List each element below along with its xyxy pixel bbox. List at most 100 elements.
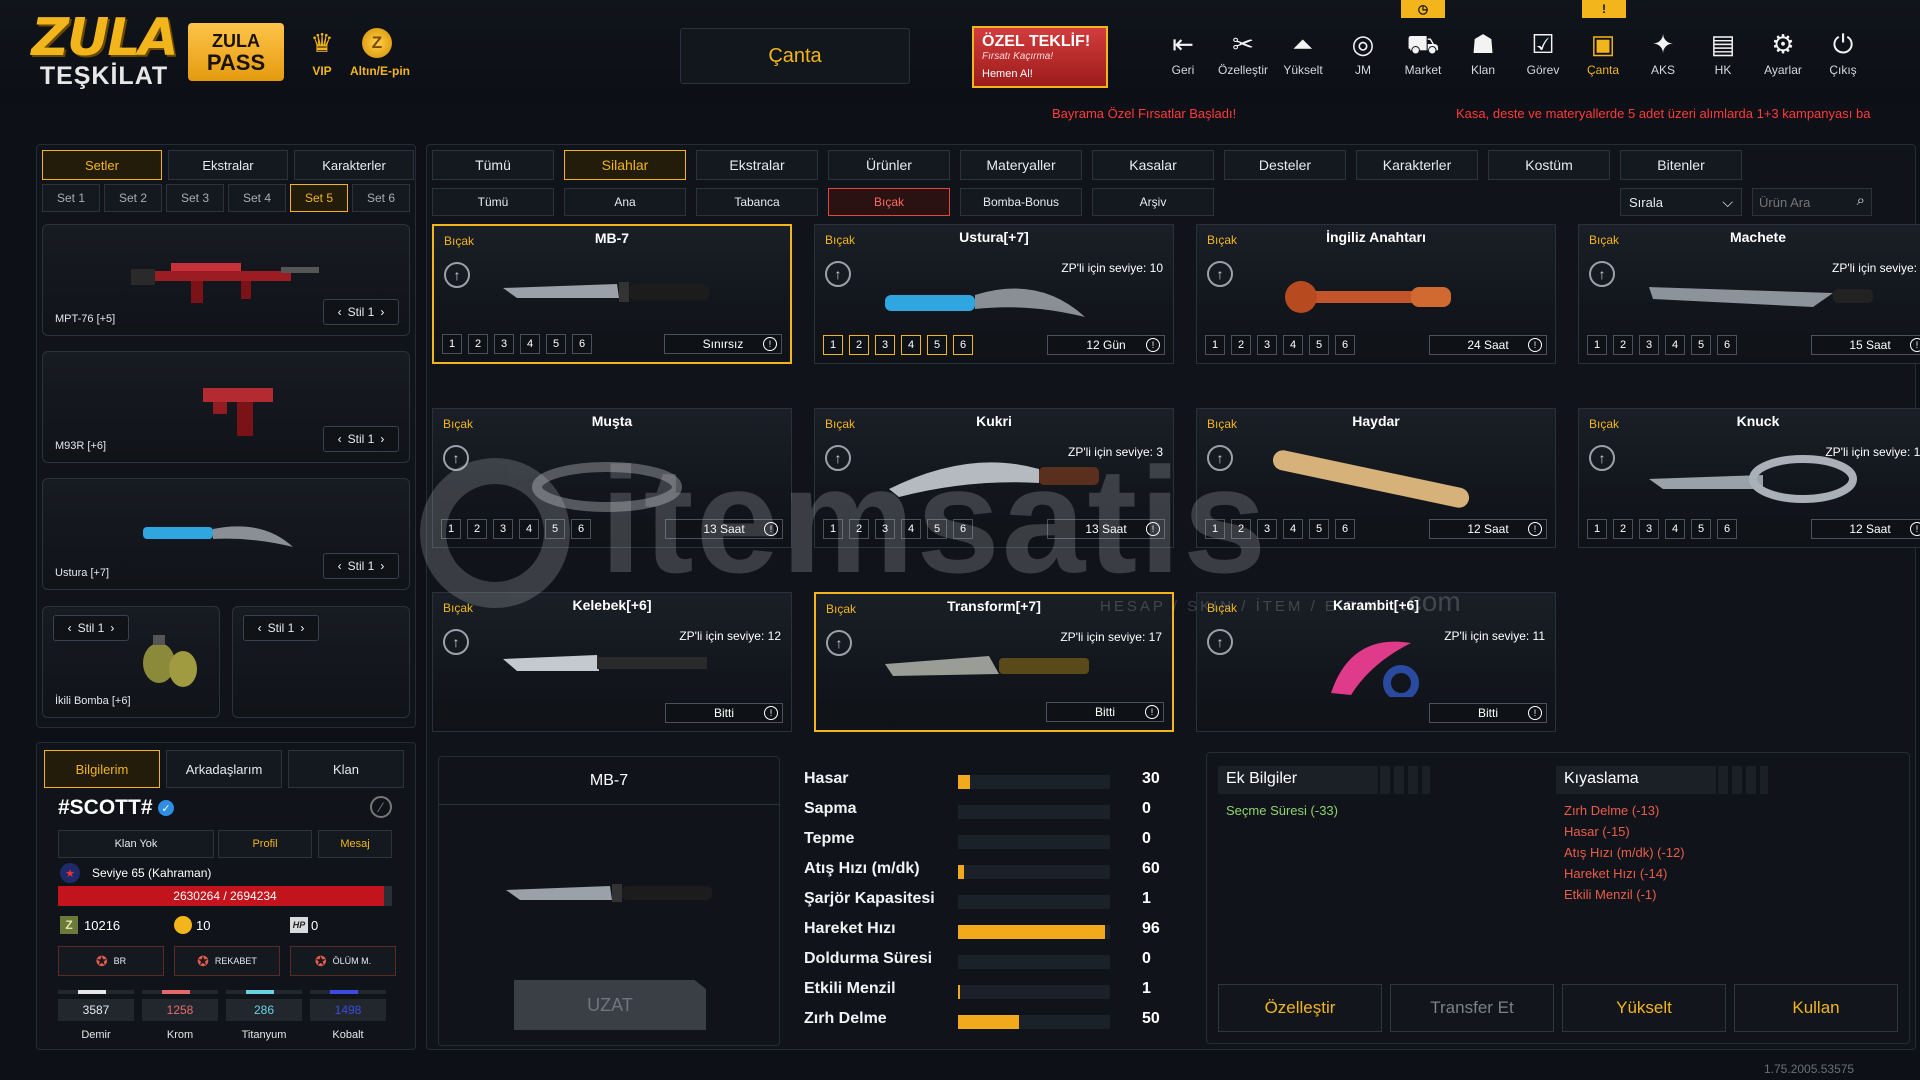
message-button[interactable]: Mesaj xyxy=(318,830,392,858)
no-entry-icon[interactable]: ⁄ xyxy=(370,796,392,818)
set-tab-2[interactable]: Set 2 xyxy=(104,184,162,212)
extend-button[interactable]: UZAT xyxy=(514,980,706,1030)
nav-clan[interactable]: ☗ Klan xyxy=(1453,22,1513,82)
mode-button-3[interactable]: ✪ ÖLÜM M. xyxy=(290,946,396,976)
canta-title-button[interactable]: Çanta xyxy=(680,28,910,84)
preset-slot-6[interactable]: 6 xyxy=(1717,519,1737,539)
nav-cart[interactable]: ⛟ Market xyxy=(1393,22,1453,82)
upgrade-arrow-icon[interactable]: ↑ xyxy=(1207,261,1233,287)
preset-slot-6[interactable]: 6 xyxy=(571,519,591,539)
profile-button[interactable]: Profil xyxy=(218,830,312,858)
upgrade-arrow-icon[interactable]: ↑ xyxy=(826,630,852,656)
preset-slot-3[interactable]: 3 xyxy=(875,519,895,539)
nav-clipboard[interactable]: ☑ Görev xyxy=(1513,22,1573,82)
item-card[interactable]: Bıçak Ustura[+7] ↑ ZP'li için seviye: 10 1 2 3… xyxy=(814,224,1174,364)
nav-wallet[interactable]: ▤ HK xyxy=(1693,22,1753,82)
filter-main-9[interactable]: Kostüm xyxy=(1488,150,1610,180)
sort-dropdown[interactable]: Sırala ⌵ xyxy=(1620,188,1742,216)
loadout-slot-empty[interactable]: ‹ Stil 1 › xyxy=(232,606,410,718)
upgrade-arrow-icon[interactable]: ↑ xyxy=(1207,445,1233,471)
profile-tab-2[interactable]: Arkadaşlarım xyxy=(166,750,282,788)
nav-aks[interactable]: ✦ AKS xyxy=(1633,22,1693,82)
preset-slot-3[interactable]: 3 xyxy=(1639,519,1659,539)
filter-main-1[interactable]: Tümü xyxy=(432,150,554,180)
item-card[interactable]: Bıçak Machete ↑ ZP'li için seviye: 41234561… xyxy=(1578,224,1920,364)
preset-slot-4[interactable]: 4 xyxy=(1665,335,1685,355)
preset-slot-1[interactable]: 1 xyxy=(1205,519,1225,539)
profile-tab-3[interactable]: Klan xyxy=(288,750,404,788)
preset-slot-1[interactable]: 1 xyxy=(1205,335,1225,355)
zula-pass-button[interactable]: ZULA PASS xyxy=(188,23,284,81)
upgrade-arrow-icon[interactable]: ↑ xyxy=(1589,445,1615,471)
gold-coin-icon[interactable]: Z xyxy=(362,28,392,58)
item-card[interactable]: Bıçak Kelebek[+6] ↑ ZP'li için seviye: 12 Bi… xyxy=(432,592,792,732)
tab-ekstralar[interactable]: Ekstralar xyxy=(168,150,288,180)
preset-slot-6[interactable]: 6 xyxy=(953,519,973,539)
style-selector-grenade[interactable]: ‹ Stil 1 › xyxy=(53,615,129,641)
set-tab-5[interactable]: Set 5 xyxy=(290,184,348,212)
preset-slot-5[interactable]: 5 xyxy=(1691,519,1711,539)
transfer-button[interactable]: Transfer Et xyxy=(1390,984,1554,1032)
upgrade-button[interactable]: Yükselt xyxy=(1562,984,1726,1032)
filter-main-2[interactable]: Silahlar xyxy=(564,150,686,180)
preset-slot-5[interactable]: 5 xyxy=(1309,335,1329,355)
style-selector-knife[interactable]: ‹ Stil 1 › xyxy=(323,553,399,579)
filter-main-8[interactable]: Karakterler xyxy=(1356,150,1478,180)
loadout-slot-primary[interactable]: MPT-76 [+5] ‹ Stil 1 › xyxy=(42,224,410,336)
item-card[interactable]: Bıçak Muşta ↑ 1 2 3 4 5 6 13 Saat! xyxy=(432,408,792,548)
item-card[interactable]: Bıçak Transform[+7] ↑ ZP'li için seviye: 17… xyxy=(814,592,1174,732)
tab-setler[interactable]: Setler xyxy=(42,150,162,180)
mode-button-1[interactable]: ✪ BR xyxy=(58,946,164,976)
preset-slot-5[interactable]: 5 xyxy=(927,519,947,539)
preset-slot-1[interactable]: 1 xyxy=(442,334,462,354)
preset-slot-1[interactable]: 1 xyxy=(823,519,843,539)
style-selector-pistol[interactable]: ‹ Stil 1 › xyxy=(323,426,399,452)
filter-main-7[interactable]: Desteler xyxy=(1224,150,1346,180)
filter-sub-4[interactable]: Bıçak xyxy=(828,188,950,216)
preset-slot-2[interactable]: 2 xyxy=(467,519,487,539)
preset-slot-3[interactable]: 3 xyxy=(1257,519,1277,539)
preset-slot-5[interactable]: 5 xyxy=(927,335,947,355)
preset-slot-3[interactable]: 3 xyxy=(1257,335,1277,355)
style-selector-empty[interactable]: ‹ Stil 1 › xyxy=(243,615,319,641)
search-icon[interactable]: ⌕ xyxy=(1857,192,1865,209)
preset-slot-4[interactable]: 4 xyxy=(1283,335,1303,355)
filter-sub-5[interactable]: Bomba-Bonus xyxy=(960,188,1082,216)
filter-main-5[interactable]: Materyaller xyxy=(960,150,1082,180)
preset-slot-6[interactable]: 6 xyxy=(1717,335,1737,355)
use-button[interactable]: Kullan xyxy=(1734,984,1898,1032)
set-tab-4[interactable]: Set 4 xyxy=(228,184,286,212)
preset-slot-6[interactable]: 6 xyxy=(1335,519,1355,539)
upgrade-arrow-icon[interactable]: ↑ xyxy=(443,629,469,655)
filter-sub-2[interactable]: Ana xyxy=(564,188,686,216)
preset-slot-2[interactable]: 2 xyxy=(1231,519,1251,539)
preset-slot-4[interactable]: 4 xyxy=(1283,519,1303,539)
preset-slot-2[interactable]: 2 xyxy=(849,519,869,539)
upgrade-arrow-icon[interactable]: ↑ xyxy=(444,262,470,288)
upgrade-arrow-icon[interactable]: ↑ xyxy=(443,445,469,471)
tab-karakterler[interactable]: Karakterler xyxy=(294,150,414,180)
loadout-slot-pistol[interactable]: M93R [+6] ‹ Stil 1 › xyxy=(42,351,410,463)
preset-slot-5[interactable]: 5 xyxy=(545,519,565,539)
preset-slot-6[interactable]: 6 xyxy=(572,334,592,354)
profile-tab-1[interactable]: Bilgilerim xyxy=(44,750,160,788)
nav-upgrade[interactable]: ⏶ Yükselt xyxy=(1273,22,1333,82)
item-card[interactable]: Bıçak İngiliz Anahtarı ↑ 1 2 3 4 5 6 24 Saat! xyxy=(1196,224,1556,364)
preset-slot-2[interactable]: 2 xyxy=(849,335,869,355)
item-card[interactable]: Bıçak Haydar ↑ 1 2 3 4 5 6 12 Saat! xyxy=(1196,408,1556,548)
upgrade-arrow-icon[interactable]: ↑ xyxy=(825,445,851,471)
preset-slot-6[interactable]: 6 xyxy=(953,335,973,355)
item-card[interactable]: Bıçak Karambit[+6] ↑ ZP'li için seviye: 11 B… xyxy=(1196,592,1556,732)
item-card[interactable]: Bıçak MB-7 ↑ 1 2 3 4 5 6 Sınırsız! xyxy=(432,224,792,364)
nav-tools[interactable]: ✂ Özelleştir xyxy=(1213,22,1273,82)
preset-slot-3[interactable]: 3 xyxy=(1639,335,1659,355)
nav-coins[interactable]: ◎ JM xyxy=(1333,22,1393,82)
nav-bag[interactable]: ▣ Çanta xyxy=(1573,22,1633,82)
nav-power[interactable]: ⏻ Çıkış xyxy=(1813,22,1873,82)
upgrade-arrow-icon[interactable]: ↑ xyxy=(825,261,851,287)
preset-slot-4[interactable]: 4 xyxy=(901,335,921,355)
set-tab-6[interactable]: Set 6 xyxy=(352,184,410,212)
set-tab-3[interactable]: Set 3 xyxy=(166,184,224,212)
zula-logo[interactable]: ZULA TEŞKİLAT xyxy=(31,8,178,94)
filter-main-4[interactable]: Ürünler xyxy=(828,150,950,180)
